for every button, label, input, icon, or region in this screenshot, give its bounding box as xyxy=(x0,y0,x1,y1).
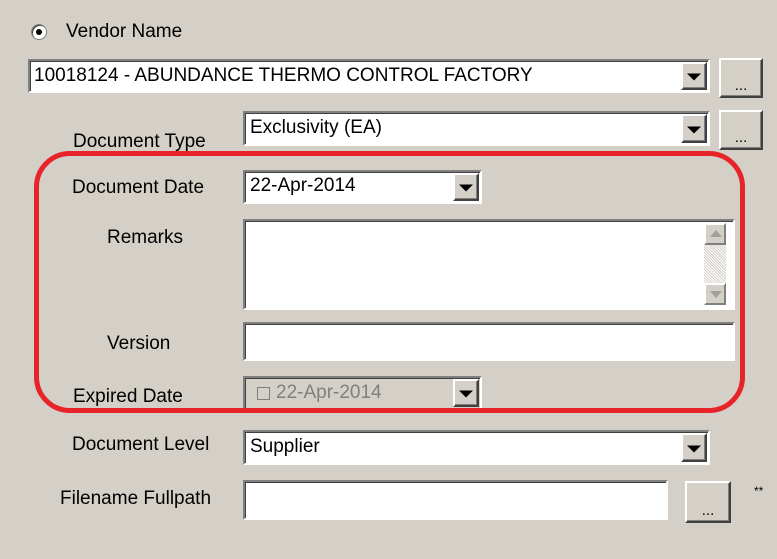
form-panel: Vendor Name 10018124 - ABUNDANCE THERMO … xyxy=(0,0,777,559)
remarks-label: Remarks xyxy=(107,227,184,248)
expired-date-checkbox[interactable] xyxy=(257,387,270,400)
required-marker: ** xyxy=(754,484,764,498)
expired-date-value: 22-Apr-2014 xyxy=(276,382,382,403)
expired-date-label: Expired Date xyxy=(73,386,183,407)
version-label: Version xyxy=(107,333,171,354)
filename-label: Filename Fullpath xyxy=(60,488,212,509)
document-type-dropdown-button[interactable] xyxy=(681,114,707,143)
document-level-select[interactable]: Supplier xyxy=(243,430,710,465)
document-type-browse-label: ... xyxy=(734,129,748,146)
document-type-select[interactable]: Exclusivity (EA) xyxy=(243,111,710,146)
document-date-dropdown-button[interactable] xyxy=(453,173,479,201)
document-type-browse-button[interactable]: ... xyxy=(719,110,763,150)
vendor-browse-button[interactable]: ... xyxy=(719,58,763,98)
document-date-picker[interactable]: 22-Apr-2014 xyxy=(243,170,482,204)
document-level-value: Supplier xyxy=(250,436,320,457)
filename-browse-button[interactable]: ... xyxy=(685,481,731,523)
document-type-value: Exclusivity (EA) xyxy=(250,117,382,138)
chevron-down-icon xyxy=(459,184,473,192)
scroll-up-button[interactable] xyxy=(704,223,726,245)
vendor-dropdown-button[interactable] xyxy=(681,62,707,90)
filename-input[interactable] xyxy=(243,480,668,520)
chevron-down-icon xyxy=(687,73,701,81)
remarks-scrollbar[interactable] xyxy=(704,223,726,305)
scroll-up-icon xyxy=(710,230,722,237)
document-type-label: Document Type xyxy=(73,131,206,152)
chevron-down-icon xyxy=(687,445,701,453)
chevron-down-icon xyxy=(459,390,473,398)
vendor-value: 10018124 - ABUNDANCE THERMO CONTROL FACT… xyxy=(34,65,533,86)
document-level-dropdown-button[interactable] xyxy=(681,433,707,462)
vendor-name-label: Vendor Name xyxy=(66,21,183,42)
document-date-value: 22-Apr-2014 xyxy=(250,175,356,196)
scroll-down-button[interactable] xyxy=(704,283,726,305)
scroll-down-icon xyxy=(710,291,722,298)
radio-selected-dot xyxy=(36,29,42,35)
chevron-down-icon xyxy=(687,126,701,134)
filename-browse-label: ... xyxy=(701,502,715,519)
vendor-name-radio[interactable] xyxy=(31,24,47,40)
vendor-browse-label: ... xyxy=(734,77,748,94)
expired-date-picker[interactable]: 22-Apr-2014 xyxy=(243,376,482,410)
expired-date-dropdown-button[interactable] xyxy=(453,379,479,407)
remarks-textarea[interactable] xyxy=(243,219,735,310)
document-level-label: Document Level xyxy=(72,434,210,455)
version-input[interactable] xyxy=(243,322,735,361)
document-date-label: Document Date xyxy=(72,177,205,198)
vendor-select[interactable]: 10018124 - ABUNDANCE THERMO CONTROL FACT… xyxy=(28,59,710,93)
